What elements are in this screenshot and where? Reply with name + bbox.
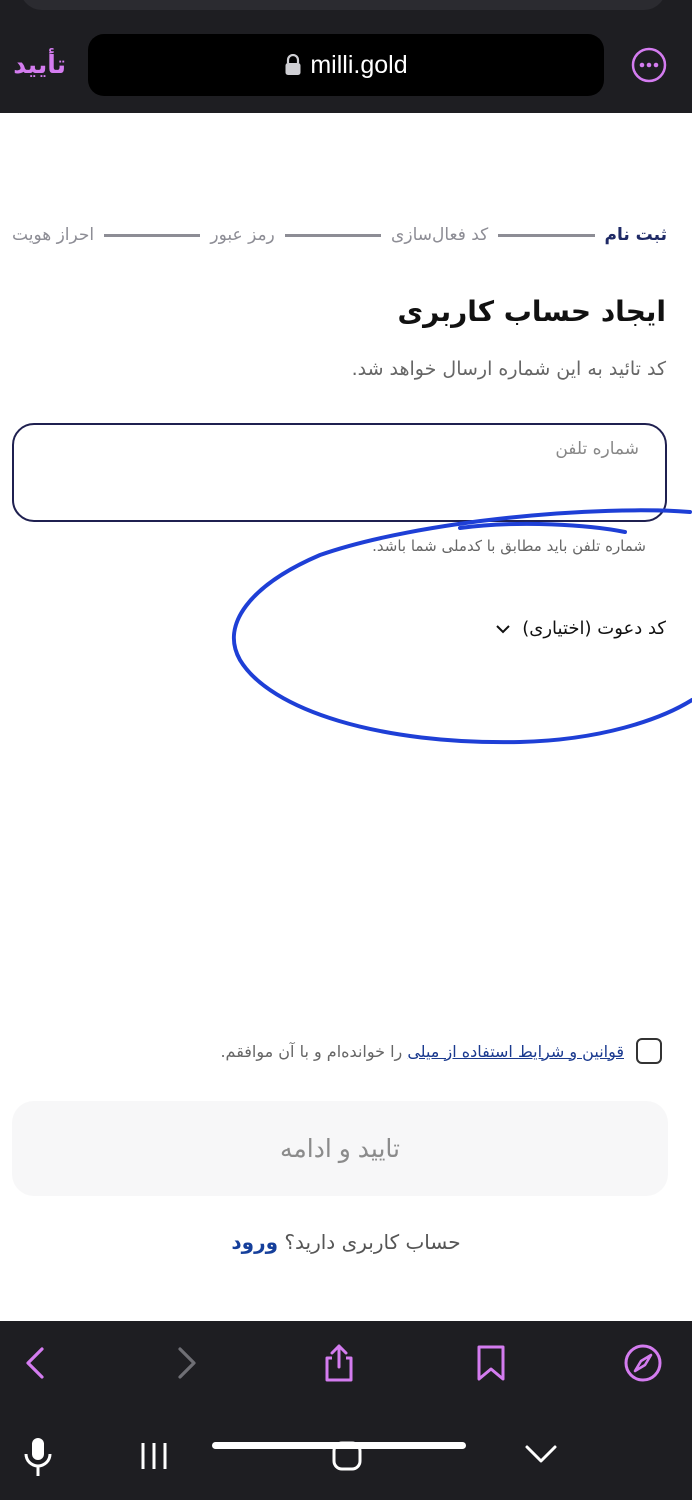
browser-top-bar: تأیید milli.gold — [0, 0, 692, 113]
step-divider — [104, 233, 201, 237]
more-icon[interactable] — [631, 47, 667, 83]
invite-code-label: کد دعوت (اختیاری) — [522, 618, 666, 639]
page-subtitle: کد تائید به این شماره ارسال خواهد شد. — [351, 358, 666, 380]
phone-label: شماره تلفن — [555, 439, 639, 459]
compass-icon[interactable] — [623, 1343, 663, 1383]
forward-icon[interactable] — [166, 1343, 206, 1383]
terms-checkbox[interactable] — [636, 1038, 662, 1064]
step-password: رمز عبور — [210, 225, 275, 245]
lock-icon — [285, 54, 301, 75]
tab-edge — [20, 0, 666, 10]
invite-code-toggle[interactable]: کد دعوت (اختیاری) — [494, 618, 666, 639]
confirm-button[interactable]: تأیید — [13, 48, 66, 82]
address-bar[interactable]: milli.gold — [88, 34, 604, 96]
url-text: milli.gold — [310, 50, 408, 79]
terms-suffix: را خوانده‌ام و با آن موافقم. — [220, 1041, 408, 1061]
login-question: حساب کاربری دارید؟ — [278, 1230, 461, 1254]
microphone-icon[interactable] — [22, 1436, 54, 1478]
phone-input[interactable] — [34, 483, 645, 506]
step-indicator: ثبت نام کد فعال‌سازی رمز عبور احراز هویت — [12, 220, 667, 250]
terms-text: قوانین و شرایط استفاده از میلی را خوانده… — [220, 1042, 624, 1061]
home-icon[interactable] — [331, 1440, 363, 1472]
chevron-down-icon — [496, 624, 510, 633]
step-activation-code: کد فعال‌سازی — [391, 225, 489, 245]
browser-toolbar — [0, 1321, 692, 1406]
bookmark-icon[interactable] — [471, 1343, 511, 1383]
share-icon[interactable] — [319, 1343, 359, 1383]
terms-row: قوانین و شرایط استفاده از میلی را خوانده… — [220, 1038, 662, 1064]
step-register: ثبت نام — [604, 225, 667, 245]
phone-hint: شماره تلفن باید مطابق با کدملی شما باشد. — [372, 537, 646, 555]
submit-button[interactable]: تایید و ادامه — [12, 1101, 668, 1196]
step-divider — [498, 233, 595, 237]
phone-field[interactable]: شماره تلفن — [12, 423, 667, 522]
login-link[interactable]: ورود — [231, 1230, 278, 1254]
recent-apps-icon[interactable] — [138, 1440, 170, 1472]
page-title: ایجاد حساب کاربری — [397, 295, 666, 328]
chevron-down-icon[interactable] — [524, 1442, 558, 1466]
step-divider — [284, 233, 382, 237]
back-icon[interactable] — [16, 1343, 56, 1383]
login-prompt: حساب کاربری دارید؟ ورود — [0, 1230, 692, 1254]
step-identity: احراز هویت — [12, 225, 95, 245]
terms-link[interactable]: قوانین و شرایط استفاده از میلی — [407, 1042, 624, 1061]
